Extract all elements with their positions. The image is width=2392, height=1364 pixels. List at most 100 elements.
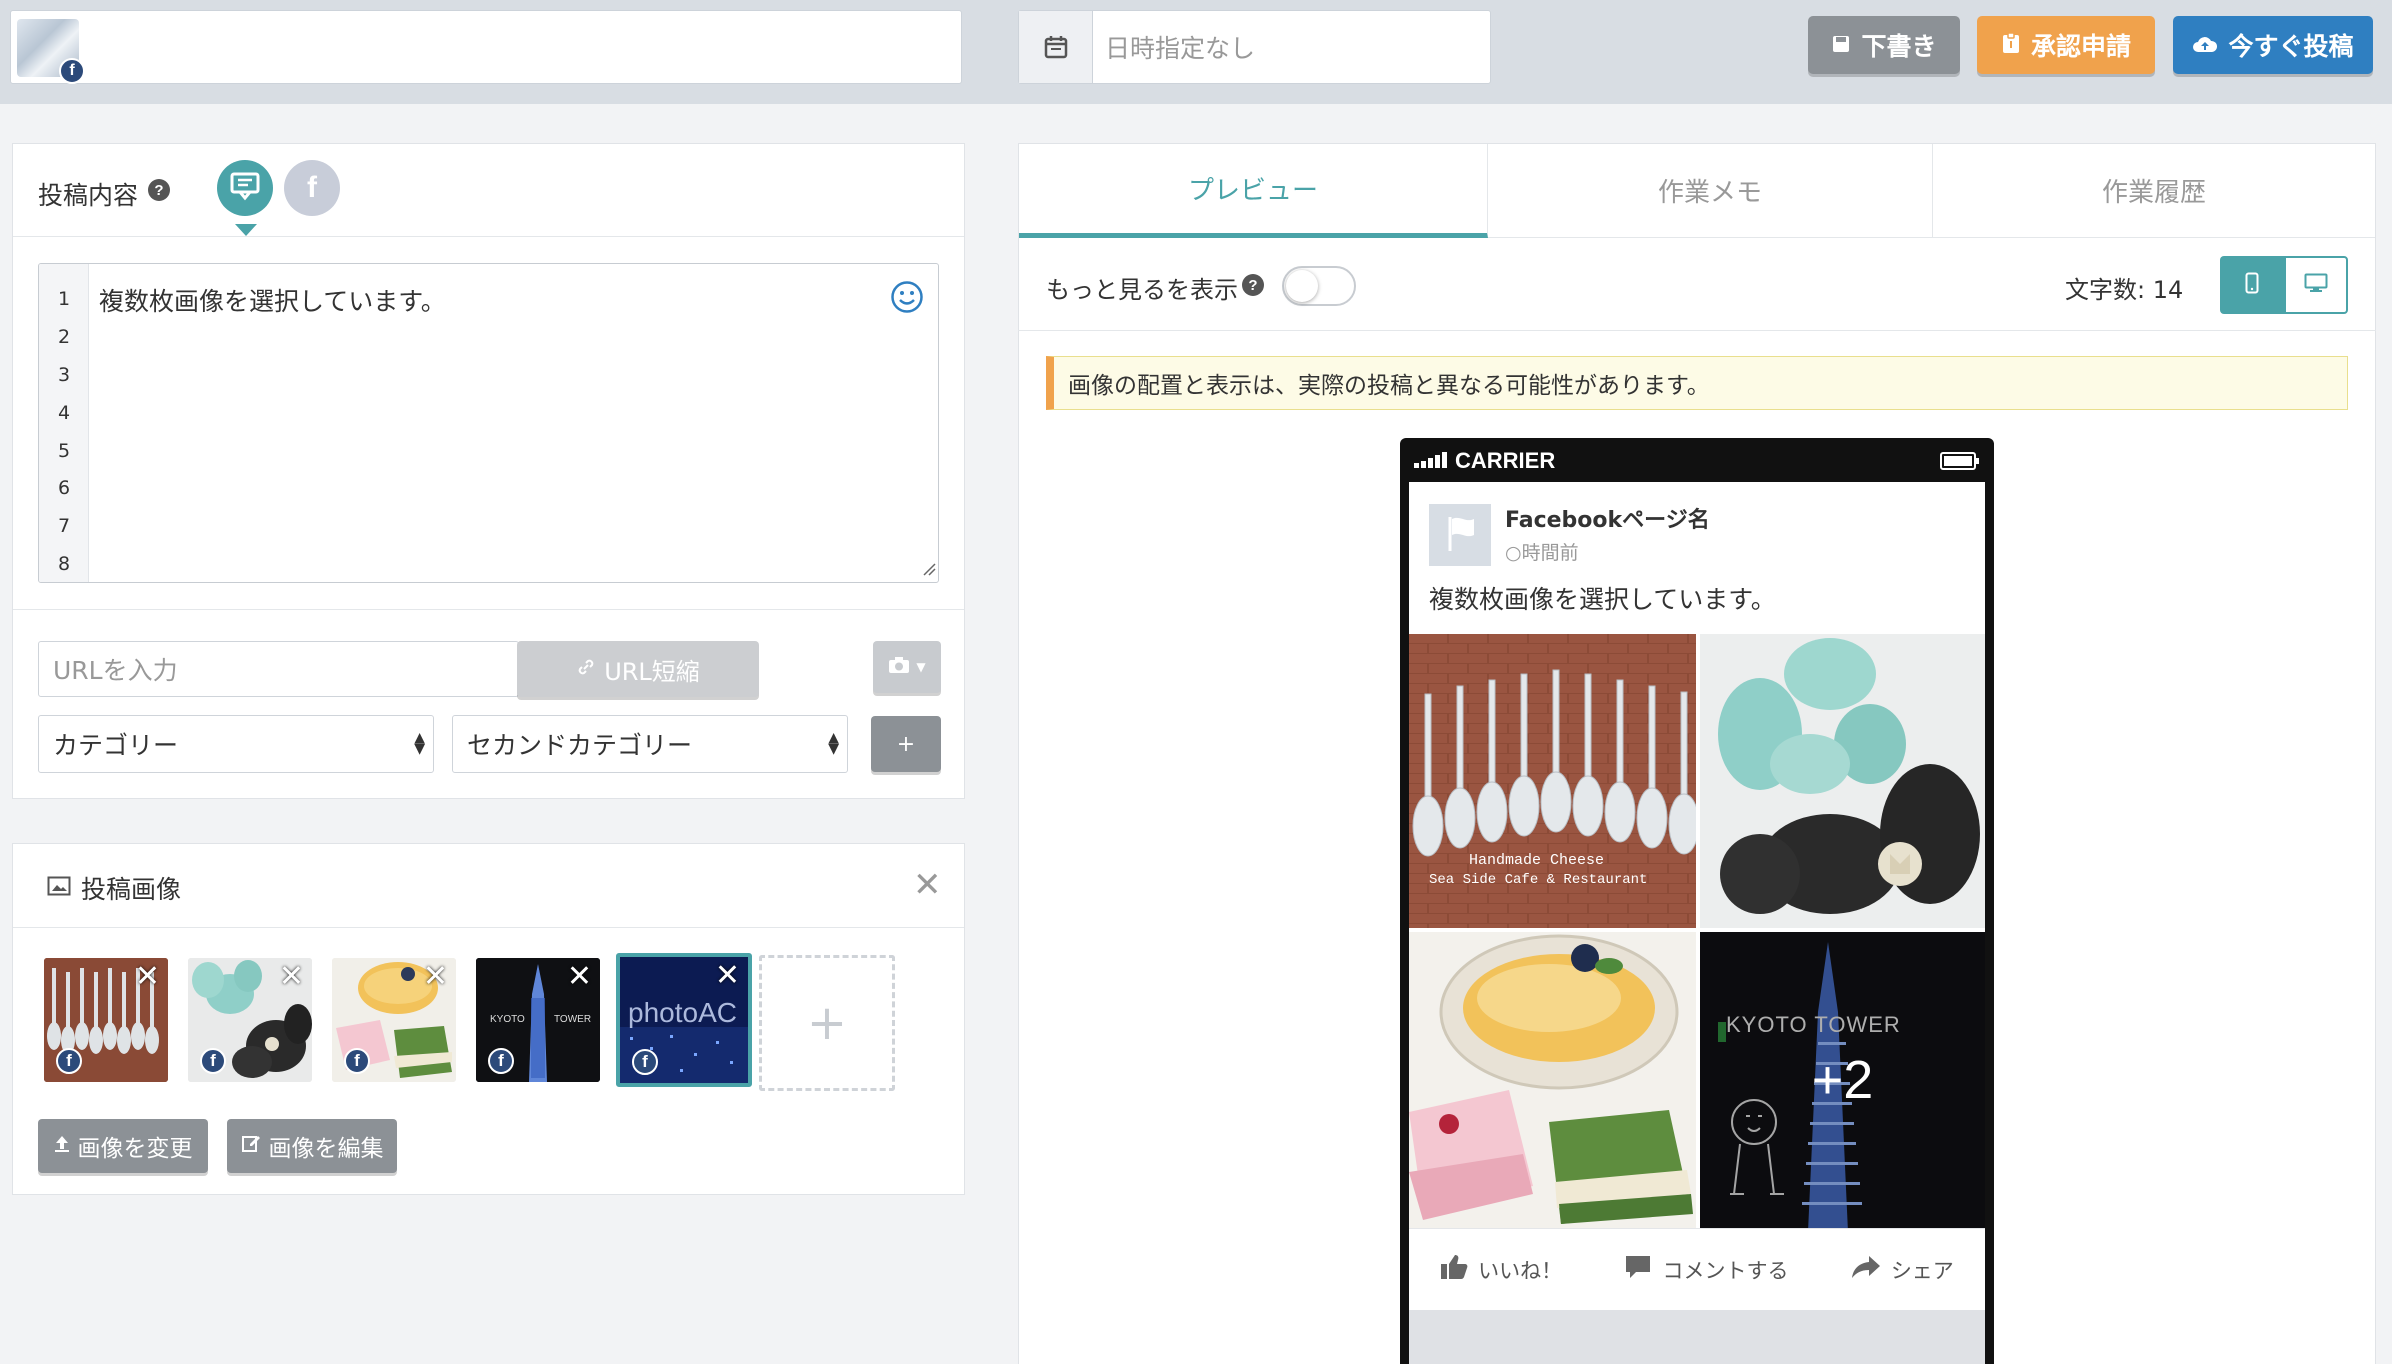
common-content-tab[interactable] bbox=[217, 160, 273, 216]
category-select[interactable]: カテゴリー ▲ ▼ bbox=[38, 715, 434, 773]
flower-sweets-photo bbox=[1700, 634, 1985, 928]
page-avatar bbox=[1429, 504, 1491, 566]
link-icon bbox=[576, 655, 596, 683]
comment-action[interactable]: コメントする bbox=[1624, 1254, 1788, 1285]
post-image-1: Handmade Cheese Sea Side Cafe & Restaura… bbox=[1409, 634, 1696, 928]
close-icon[interactable]: ✕ bbox=[913, 868, 942, 902]
image-thumbnail[interactable]: ✕ f bbox=[332, 958, 456, 1082]
facebook-badge-icon: f bbox=[56, 1048, 82, 1074]
post-images-label: 投稿画像 bbox=[81, 875, 182, 904]
post-content-label: 投稿内容 bbox=[38, 181, 139, 210]
share-action[interactable]: シェア bbox=[1851, 1255, 1954, 1285]
tab-pointer bbox=[235, 224, 257, 236]
edit-icon bbox=[241, 1133, 261, 1159]
share-label: シェア bbox=[1890, 1258, 1954, 1283]
post-now-button[interactable]: 今すぐ投稿 bbox=[2173, 16, 2373, 74]
emoji-icon[interactable] bbox=[890, 280, 924, 318]
account-selector[interactable]: f bbox=[10, 10, 962, 84]
url-input-placeholder: URLを入力 bbox=[53, 656, 178, 685]
facebook-badge-icon: f bbox=[344, 1048, 370, 1074]
remove-image-icon[interactable]: ✕ bbox=[279, 962, 304, 992]
tab-preview[interactable]: プレビュー bbox=[1019, 144, 1488, 238]
image-thumbnail[interactable]: ✕ f bbox=[188, 958, 312, 1082]
schedule-date-field[interactable]: 日時指定なし bbox=[1018, 10, 1491, 84]
draft-button[interactable]: 下書き bbox=[1808, 16, 1960, 74]
post-images-card: 投稿画像 ✕ ✕ f ✕ f ✕ f KYOTO TOWER ✕ f photoA… bbox=[12, 843, 965, 1195]
calendar-icon bbox=[1019, 11, 1093, 83]
char-count: 文字数: 14 bbox=[2065, 276, 2184, 304]
comment-icon bbox=[1624, 1254, 1652, 1285]
add-image-label: + bbox=[806, 995, 848, 1051]
tab-history-label: 作業履歴 bbox=[2101, 178, 2206, 208]
remove-image-icon[interactable]: ✕ bbox=[135, 962, 160, 992]
post-time: ○時間前 bbox=[1505, 542, 1579, 564]
comment-label: コメントする bbox=[1662, 1258, 1789, 1283]
image-caption: Handmade Cheese bbox=[1469, 852, 1605, 869]
edit-image-button[interactable]: 画像を編集 bbox=[227, 1119, 397, 1173]
approval-label: 承認申請 bbox=[2030, 32, 2131, 61]
facebook-badge-icon: f bbox=[200, 1048, 226, 1074]
url-input[interactable]: URLを入力 bbox=[38, 641, 519, 697]
change-image-label: 画像を変更 bbox=[77, 1136, 193, 1162]
draft-label: 下書き bbox=[1861, 32, 1937, 61]
camera-dropdown-button[interactable]: ▼ bbox=[873, 641, 941, 693]
add-image-slot[interactable]: + bbox=[759, 955, 895, 1091]
carrier-label: CARRIER bbox=[1455, 448, 1556, 473]
remove-image-icon[interactable]: ✕ bbox=[423, 962, 448, 992]
schedule-date-placeholder: 日時指定なし bbox=[1105, 34, 1256, 63]
more-images-count: +2 bbox=[1811, 1050, 1874, 1110]
image-icon bbox=[47, 876, 71, 900]
show-more-toggle[interactable] bbox=[1282, 266, 1356, 306]
resize-handle-icon[interactable] bbox=[922, 561, 936, 580]
url-shorten-button[interactable]: URL短縮 bbox=[517, 641, 759, 697]
like-action[interactable]: いいね！ bbox=[1440, 1254, 1562, 1285]
svg-text:TOWER: TOWER bbox=[554, 1014, 591, 1025]
smartphone-icon bbox=[2245, 272, 2259, 298]
toggle-knob bbox=[1286, 270, 1318, 302]
tab-memo[interactable]: 作業メモ bbox=[1488, 144, 1933, 238]
help-icon[interactable]: ? bbox=[148, 179, 170, 201]
edit-image-label: 画像を編集 bbox=[268, 1136, 384, 1162]
approval-request-button[interactable]: 承認申請 bbox=[1977, 16, 2155, 74]
second-category-value: セカンドカテゴリー bbox=[467, 731, 693, 760]
add-category-button[interactable]: + bbox=[871, 716, 941, 772]
line-number: 8 bbox=[57, 553, 71, 575]
tab-history[interactable]: 作業履歴 bbox=[1933, 144, 2375, 238]
like-label: いいね！ bbox=[1478, 1258, 1563, 1283]
select-arrows-icon: ▲ ▼ bbox=[828, 730, 839, 757]
line-number: 3 bbox=[57, 364, 71, 386]
category-value: カテゴリー bbox=[53, 731, 179, 760]
flag-icon bbox=[1440, 513, 1480, 557]
line-number: 5 bbox=[57, 440, 71, 462]
cloud-upload-icon bbox=[2192, 31, 2218, 60]
facebook-tab[interactable]: f bbox=[284, 160, 340, 216]
tab-memo-label: 作業メモ bbox=[1657, 178, 1762, 208]
second-category-select[interactable]: セカンドカテゴリー ▲ ▼ bbox=[452, 715, 848, 773]
url-shorten-label: URL短縮 bbox=[604, 657, 700, 686]
image-thumbnail-selected[interactable]: photoAC ✕ f bbox=[616, 953, 752, 1087]
facebook-badge-icon: f bbox=[59, 58, 85, 84]
desktop-icon bbox=[2304, 273, 2328, 297]
post-actions: いいね！ コメントする シェア bbox=[1409, 1228, 1985, 1310]
editor-text: 複数枚画像を選択しています。 bbox=[99, 287, 446, 316]
image-thumbnail[interactable]: KYOTO TOWER ✕ f bbox=[476, 958, 600, 1082]
remove-image-icon[interactable]: ✕ bbox=[567, 962, 592, 992]
change-image-button[interactable]: 画像を変更 bbox=[38, 1119, 208, 1173]
svg-text:KYOTO: KYOTO bbox=[490, 1014, 525, 1025]
divider bbox=[1018, 330, 2376, 331]
post-image-4: KYOTO TOWER +2 bbox=[1700, 932, 1985, 1228]
thumbs-up-icon bbox=[1440, 1254, 1468, 1285]
image-thumbnail[interactable]: ✕ f bbox=[44, 958, 168, 1082]
mobile-view-button[interactable] bbox=[2220, 256, 2284, 314]
desktop-view-button[interactable] bbox=[2284, 256, 2348, 314]
help-icon[interactable]: ? bbox=[1242, 274, 1264, 296]
post-image-3 bbox=[1409, 932, 1696, 1228]
post-text: 複数枚画像を選択しています。 bbox=[1429, 585, 1776, 614]
select-arrows-icon: ▲ ▼ bbox=[414, 730, 425, 757]
content-editor[interactable]: 1 2 3 4 5 6 7 8 複数枚画像を選択しています。 bbox=[38, 263, 939, 583]
facebook-icon: f bbox=[307, 171, 317, 204]
remove-image-icon[interactable]: ✕ bbox=[715, 961, 740, 991]
upload-icon bbox=[54, 1133, 70, 1159]
line-number: 2 bbox=[57, 326, 71, 348]
line-number: 6 bbox=[57, 477, 71, 499]
